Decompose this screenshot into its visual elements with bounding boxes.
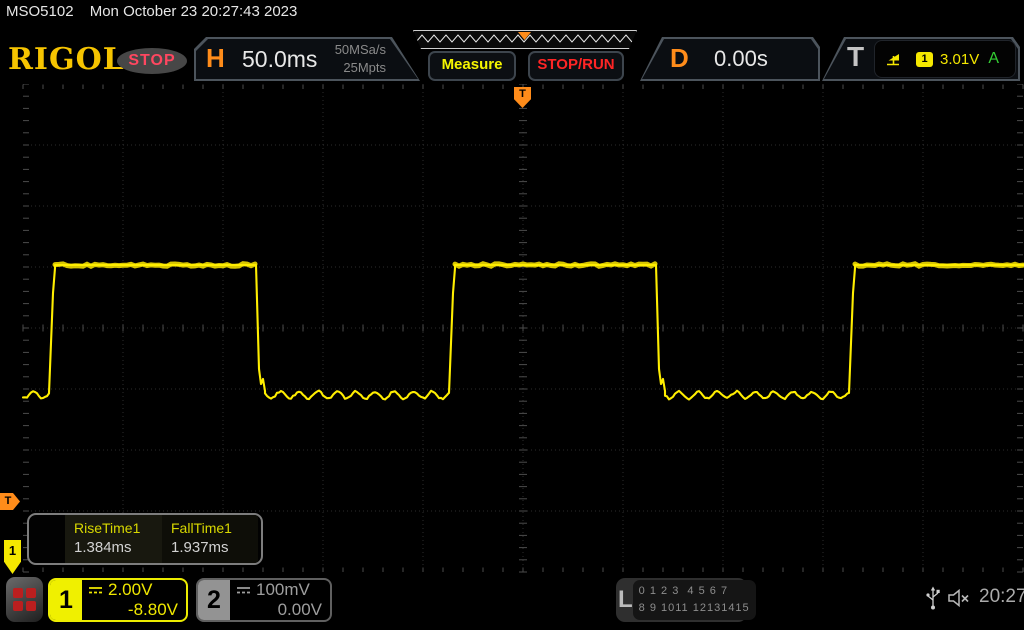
horizontal-timebase-tab[interactable]: H 50.0ms 50MSa/s 25Mpts [194,37,420,81]
trigger-source-badge: 1 [916,52,933,67]
measurement-value: 1.384ms [74,539,132,556]
logic-row1: 0 1 2 3 4 5 6 7 [638,584,729,597]
waveform-position-bar[interactable] [413,30,637,49]
memory-depth: 25Mpts [343,59,386,75]
menu-grid-button[interactable] [6,577,43,622]
logic-channels-box[interactable]: L 0 1 2 3 4 5 6 7 8 9 1011 12131415 [616,578,756,622]
measurement-item: RiseTime1 1.384ms [65,515,162,563]
trigger-label: T [847,41,865,72]
timebase-value: 50.0ms [242,46,318,72]
dc-coupling-icon [89,587,102,594]
channel2-scale: 100mV [256,580,310,599]
trigger-level-value: 3.01V [940,50,980,68]
trigger-mode: A [988,50,999,67]
measurement-results-panel[interactable]: RiseTime1 1.384ms FallTime1 1.937ms [27,513,263,565]
measurement-label: FallTime1 [171,520,232,536]
speaker-muted-icon[interactable] [947,588,973,608]
stop-run-button[interactable]: STOP/RUN [528,51,624,81]
channel1-scale: 2.00V [108,580,153,599]
rigol-logo: RIGOL [8,42,125,77]
measurement-value: 1.937ms [171,539,229,556]
logic-label: L [618,586,633,613]
delay-tab[interactable]: D 0.00s [640,37,820,81]
channel2-status-box[interactable]: 2 100mV 0.00V [196,578,332,622]
horizontal-label: H [206,43,225,73]
bottom-status-bar: 1 2.00V -8.80V 2 100mV 0.00V L 0 1 2 3 4… [0,575,1024,630]
sample-rate: 50MSa/s [334,42,386,57]
system-clock: 20:27 [979,586,1024,607]
measurement-label: RiseTime1 [74,520,141,536]
rising-edge-trigger-icon [885,51,902,67]
channel2-number: 2 [198,580,230,620]
channel2-offset: 0.00V [277,600,322,619]
acquisition-state-badge: STOP [117,48,187,74]
channel1-offset: -8.80V [127,600,178,619]
measurement-item: FallTime1 1.937ms [162,515,258,563]
top-info-bar: MSO5102 Mon October 23 20:27:43 2023 [0,0,1024,25]
logic-row2: 8 9 1011 12131415 [638,602,750,614]
channel1-status-box[interactable]: 1 2.00V -8.80V [48,578,188,622]
model-name: MSO5102 [6,3,74,20]
dc-coupling-icon [237,587,250,594]
channel1-number: 1 [50,580,82,620]
measure-button[interactable]: Measure [428,51,516,81]
waveform-display-area [21,84,1024,573]
datetime: Mon October 23 20:27:43 2023 [89,3,298,20]
usb-icon [926,586,940,610]
menu-grid-icon [13,588,36,611]
delay-label: D [670,43,689,73]
delay-value: 0.00s [714,46,768,71]
trigger-tab[interactable]: T 1 3.01V A [822,37,1020,81]
oscilloscope-screen: MSO5102 Mon October 23 20:27:43 2023 RIG… [0,0,1024,630]
